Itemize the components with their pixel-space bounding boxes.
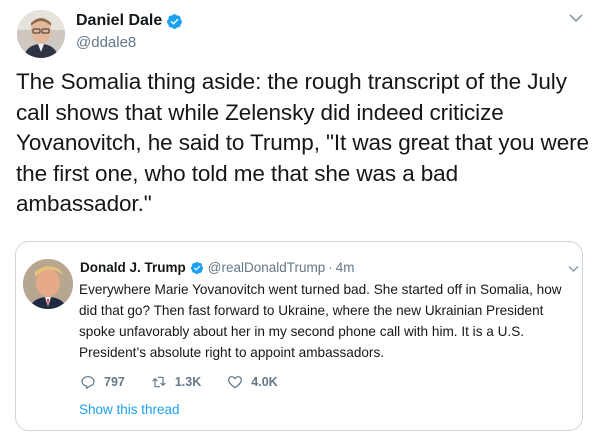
- tweet-card: Daniel Dale @ddale8 The Somalia thing as…: [0, 0, 600, 433]
- avatar-image: [17, 10, 65, 58]
- tweet-text: The Somalia thing aside: the rough trans…: [16, 69, 589, 216]
- reply-count: 797: [104, 375, 125, 389]
- quoted-avatar-image: [23, 259, 73, 309]
- like-button[interactable]: 4.0K: [227, 374, 278, 390]
- quoted-tweet-text: Everywhere Marie Yovanovitch went turned…: [79, 282, 562, 360]
- verified-badge-icon: [190, 261, 203, 274]
- quoted-timestamp[interactable]: 4m: [336, 260, 355, 275]
- retweet-icon: [152, 376, 166, 388]
- retweet-count: 1.3K: [174, 375, 202, 389]
- quoted-tweet[interactable]: Donald J. Trump @realDonaldTrump · 4m Ev…: [15, 241, 583, 431]
- action-bar: 797 1.3K 4.0K: [80, 374, 304, 390]
- chevron-down-icon[interactable]: [567, 264, 580, 274]
- like-icon: [228, 376, 243, 389]
- quoted-author-handle[interactable]: @realDonaldTrump: [208, 260, 326, 275]
- quoted-author-avatar[interactable]: [23, 259, 73, 309]
- author-display-name[interactable]: Daniel Dale: [76, 12, 162, 30]
- chevron-down-icon[interactable]: [568, 12, 584, 24]
- retweet-button[interactable]: 1.3K: [151, 374, 201, 390]
- reply-button[interactable]: 797: [80, 374, 125, 390]
- header-separator: ·: [328, 260, 333, 275]
- author-handle[interactable]: @ddale8: [76, 34, 136, 51]
- author-avatar[interactable]: [17, 10, 65, 58]
- verified-badge-icon: [167, 13, 183, 29]
- show-thread-link[interactable]: Show this thread: [79, 402, 180, 417]
- quoted-header: Donald J. Trump @realDonaldTrump · 4m: [80, 260, 355, 275]
- like-count: 4.0K: [251, 375, 278, 389]
- reply-icon: [81, 376, 95, 389]
- quoted-author-name[interactable]: Donald J. Trump: [80, 260, 186, 275]
- author-name-row[interactable]: Daniel Dale: [76, 12, 183, 30]
